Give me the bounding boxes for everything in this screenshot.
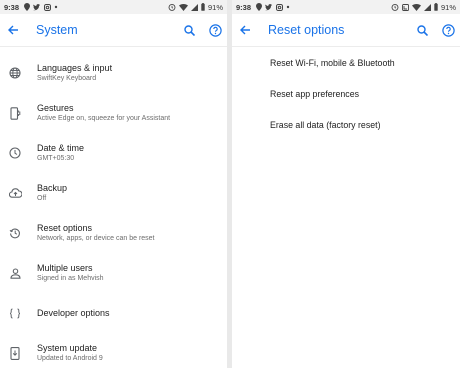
status-time: 9:38 [4, 2, 20, 12]
notification-icons [24, 3, 58, 11]
more-notifications-dot-icon [54, 5, 58, 9]
status-bar: 9:38 91% [232, 0, 460, 14]
search-button[interactable] [414, 23, 430, 39]
item-title: Languages & input [37, 62, 113, 73]
status-time: 9:38 [236, 2, 252, 12]
item-title: Gestures [37, 102, 74, 113]
search-icon [183, 25, 195, 36]
wifi-icon [178, 3, 188, 11]
settings-item-languages[interactable]: Languages & input SwiftKey Keyboard [0, 53, 227, 93]
back-button[interactable] [0, 14, 26, 47]
item-title: Date & time [37, 142, 85, 153]
settings-item-date-time[interactable]: Date & time GMT+05:30 [0, 133, 227, 173]
item-title: System update [37, 342, 98, 353]
settings-item-backup[interactable]: Backup Off [0, 173, 227, 213]
status-right: 91% [391, 0, 456, 14]
cloud-upload-icon [3, 181, 27, 205]
instagram-icon [44, 3, 52, 11]
page-title: System [36, 23, 78, 37]
battery-percent: 91% [440, 2, 456, 12]
reset-app-preferences[interactable]: Reset app preferences [232, 78, 460, 109]
back-arrow-icon [8, 25, 18, 35]
item-title: Multiple users [37, 262, 93, 273]
instagram-icon [276, 3, 284, 11]
item-title: Backup [37, 182, 68, 193]
status-right: 91% [168, 0, 223, 14]
history-icon [3, 221, 27, 245]
system-update-icon [3, 341, 27, 365]
item-title: Reset options [37, 222, 93, 233]
app-bar-actions [181, 14, 223, 47]
alarm-icon [168, 3, 176, 11]
search-icon [416, 25, 428, 36]
app-bar: Reset options [232, 14, 460, 47]
battery-percent: 91% [207, 2, 223, 12]
notification-icons [256, 3, 290, 11]
clock-icon [3, 141, 27, 165]
reset-wifi-mobile-bluetooth[interactable]: Reset Wi-Fi, mobile & Bluetooth [232, 47, 460, 78]
search-button[interactable] [181, 23, 197, 39]
status-bar: 9:38 91% [0, 0, 227, 14]
item-title: Developer options [37, 307, 110, 318]
item-subtitle: Active Edge on, squeeze for your Assista… [37, 114, 171, 122]
reset-options-list: Reset Wi-Fi, mobile & Bluetooth Reset ap… [232, 47, 460, 140]
location-icon [24, 3, 31, 11]
item-subtitle: SwiftKey Keyboard [37, 74, 97, 82]
app-bar-actions [414, 14, 456, 47]
signal-icon [423, 3, 431, 11]
reset-options-screen: 9:38 91% Reset options Reset Wi-Fi, mobi… [232, 0, 460, 368]
battery-icon [201, 3, 205, 11]
settings-item-reset-options[interactable]: Reset options Network, apps, or device c… [0, 213, 227, 253]
gesture-phone-icon [3, 101, 27, 125]
system-settings-screen: 9:38 91% System Languages & input SwiftK… [0, 0, 227, 368]
erase-all-data-factory-reset[interactable]: Erase all data (factory reset) [232, 109, 460, 140]
app-bar: System [0, 14, 227, 47]
signal-icon [190, 3, 198, 11]
back-button[interactable] [232, 14, 258, 47]
more-notifications-dot-icon [286, 5, 290, 9]
braces-icon [3, 301, 27, 325]
help-icon [441, 24, 455, 37]
system-settings-list: Languages & input SwiftKey Keyboard Gest… [0, 47, 227, 368]
twitter-icon [33, 3, 41, 10]
page-title: Reset options [268, 23, 345, 37]
help-icon [208, 24, 222, 37]
alarm-icon [391, 3, 399, 11]
twitter-icon [265, 3, 273, 10]
nfc-icon [402, 3, 409, 11]
location-icon [256, 3, 263, 11]
wifi-icon [411, 3, 421, 11]
item-subtitle: Signed in as Mehvish [37, 274, 104, 282]
settings-item-developer-options[interactable]: Developer options [0, 293, 227, 333]
help-button[interactable] [440, 23, 456, 39]
settings-item-system-update[interactable]: System update Updated to Android 9 [0, 333, 227, 368]
person-icon [3, 261, 27, 285]
item-subtitle: GMT+05:30 [37, 154, 75, 162]
help-button[interactable] [207, 23, 223, 39]
item-subtitle: Updated to Android 9 [37, 354, 103, 362]
settings-item-multiple-users[interactable]: Multiple users Signed in as Mehvish [0, 253, 227, 293]
battery-icon [434, 3, 438, 11]
item-subtitle: Off [37, 194, 47, 202]
settings-item-gestures[interactable]: Gestures Active Edge on, squeeze for you… [0, 93, 227, 133]
globe-icon [3, 61, 27, 85]
back-arrow-icon [240, 25, 250, 35]
item-subtitle: Network, apps, or device can be reset [37, 234, 155, 242]
